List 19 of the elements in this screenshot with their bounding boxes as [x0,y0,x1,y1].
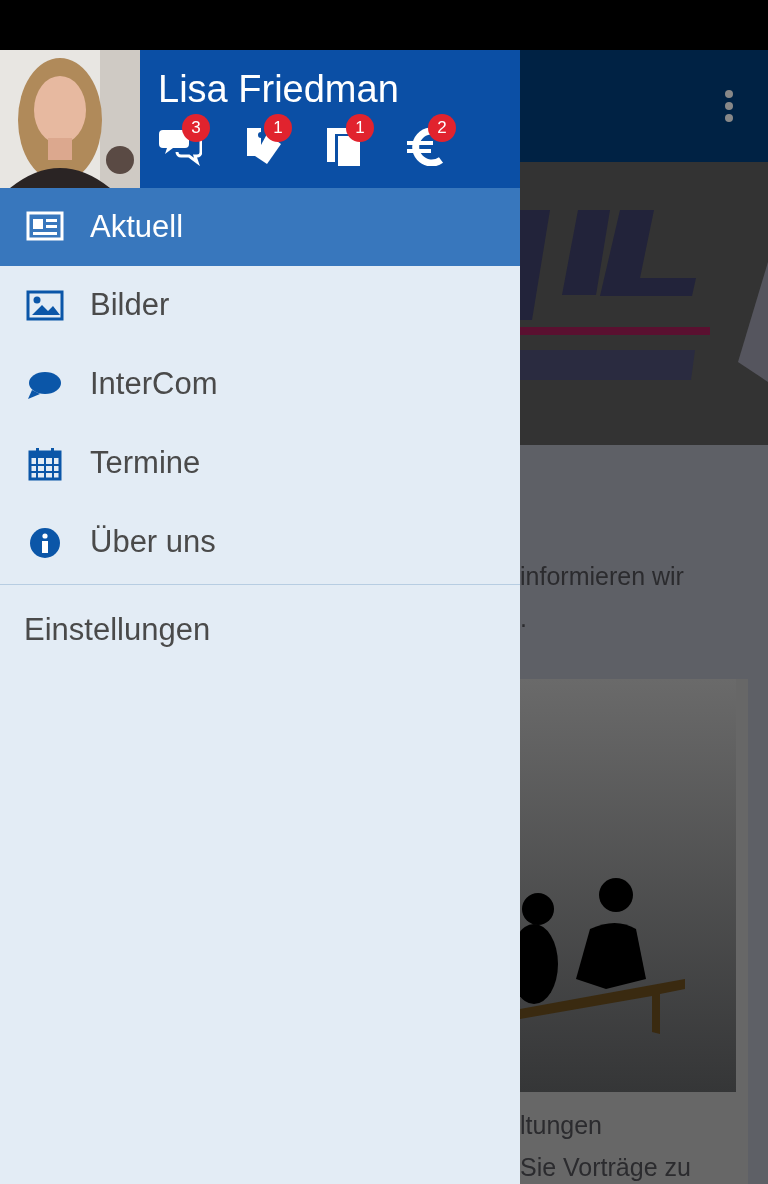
notification-badge: 1 [346,114,374,142]
menu-item[interactable]: Termine [0,424,520,503]
card-title: ltungen [520,1110,604,1140]
text-line: informieren wir [520,561,685,591]
user-name: Lisa Friedman [158,70,400,108]
calendar-icon [26,446,64,481]
menu-item[interactable]: InterCom [0,345,520,424]
card-text: Sie Vorträge zu [520,1152,692,1182]
menu-item[interactable]: Über uns [0,503,520,582]
notification-badge: 3 [182,114,210,142]
menu-item[interactable]: Bilder [0,266,520,345]
menu-item[interactable]: Aktuell [0,188,520,266]
image-icon [26,288,64,323]
menu-item[interactable]: Einstellungen [0,585,520,649]
notification-badge: 2 [428,114,456,142]
newspaper-icon [26,210,64,244]
text-line: . [520,603,528,633]
notification-badge: 1 [264,114,292,142]
more-icon[interactable] [724,89,734,123]
